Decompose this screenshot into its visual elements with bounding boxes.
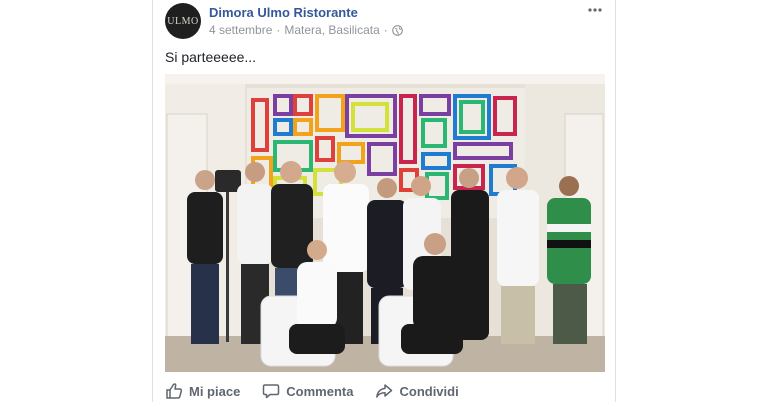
like-button[interactable]: Mi piace bbox=[165, 382, 240, 400]
post-actions-bar: Mi piace Commenta Condividi bbox=[165, 380, 605, 402]
globe-icon bbox=[391, 24, 403, 36]
post-text: Si parteeeee... bbox=[165, 49, 257, 65]
share-arrow-icon bbox=[375, 382, 393, 400]
like-label: Mi piace bbox=[189, 383, 241, 399]
post-location[interactable]: Matera, Basilicata bbox=[284, 23, 379, 37]
comment-button[interactable]: Commenta bbox=[262, 382, 353, 400]
comment-icon bbox=[262, 382, 280, 400]
more-options-icon[interactable] bbox=[585, 2, 605, 18]
avatar-logo-text: ULMO bbox=[167, 15, 199, 27]
comment-label: Commenta bbox=[286, 383, 354, 399]
facebook-post: ULMO Dimora Ulmo Ristorante 4 settembre … bbox=[152, 0, 616, 402]
share-label: Condividi bbox=[399, 383, 459, 399]
meta-separator-2: · bbox=[383, 23, 388, 37]
page-name-link[interactable]: Dimora Ulmo Ristorante bbox=[209, 5, 358, 20]
thumbs-up-icon bbox=[165, 382, 183, 400]
post-meta: 4 settembre · Matera, Basilicata · bbox=[209, 23, 403, 37]
meta-separator: · bbox=[276, 23, 281, 37]
share-button[interactable]: Condividi bbox=[375, 382, 459, 400]
page-avatar[interactable]: ULMO bbox=[165, 3, 201, 39]
post-date[interactable]: 4 settembre bbox=[209, 23, 272, 37]
post-photo[interactable] bbox=[165, 74, 605, 372]
